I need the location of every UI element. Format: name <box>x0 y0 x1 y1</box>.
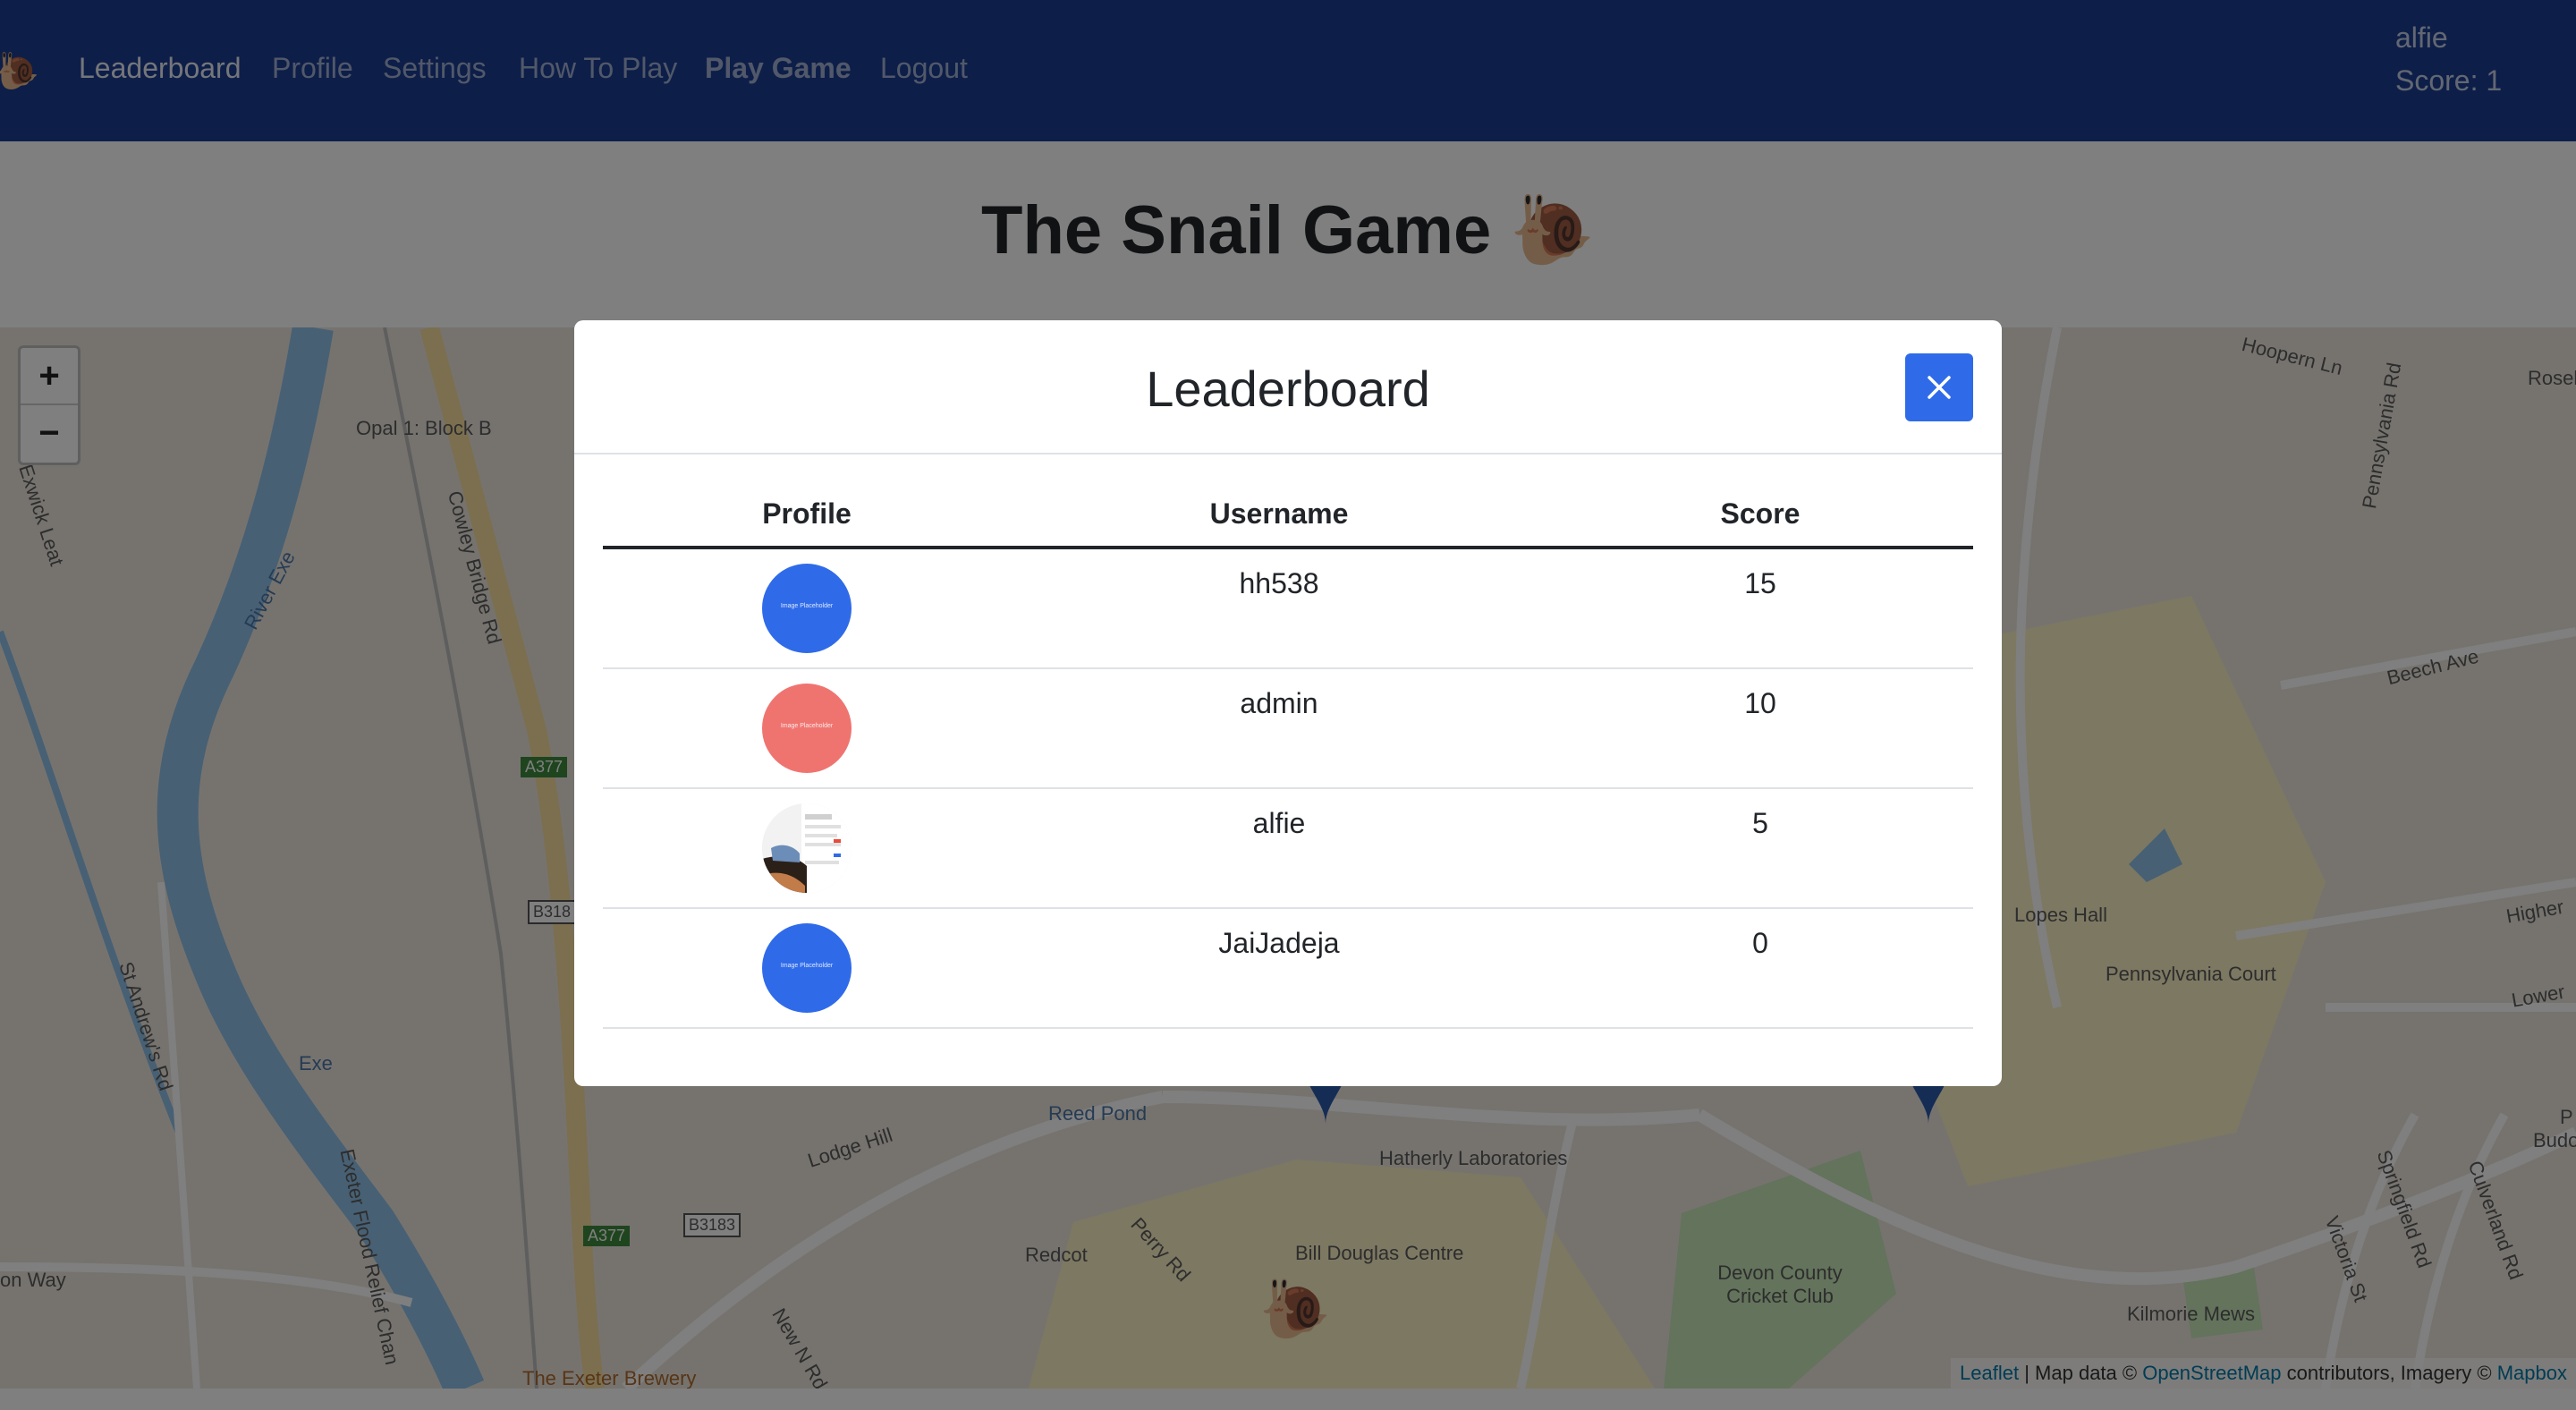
row-score: 5 <box>1752 807 1768 839</box>
row-username: admin <box>1240 687 1318 719</box>
row-score: 0 <box>1752 927 1768 959</box>
avatar-placeholder-text: Image Placeholder <box>780 963 834 969</box>
table-row: Image Placeholder admin 10 <box>603 669 1973 789</box>
row-score: 15 <box>1744 567 1776 599</box>
table-row: Image Placeholder hh538 15 <box>603 549 1973 669</box>
table-row: Image Placeholder JaiJadeja 0 <box>603 909 1973 1029</box>
table-header: Profile Username Score <box>603 497 1973 549</box>
header-username: Username <box>1209 497 1349 530</box>
avatar: Image Placeholder <box>762 684 852 773</box>
avatar: Image Placeholder <box>762 564 852 653</box>
leaderboard-table: Profile Username Score Image Placeholder… <box>603 497 1973 1029</box>
avatar-placeholder-text: Image Placeholder <box>780 723 834 729</box>
row-username: hh538 <box>1239 567 1319 599</box>
modal-title: Leaderboard <box>1146 361 1430 417</box>
row-username: alfie <box>1252 807 1306 839</box>
header-score: Score <box>1720 497 1801 530</box>
row-score: 10 <box>1744 687 1776 719</box>
close-button[interactable] <box>1905 353 1973 421</box>
header-profile: Profile <box>762 497 852 530</box>
leaderboard-modal: Leaderboard Profile Username Score Image… <box>574 320 2002 1086</box>
table-row: alfie 5 <box>603 789 1973 909</box>
row-username: JaiJadeja <box>1218 927 1340 959</box>
modal-header: Leaderboard <box>574 320 2002 454</box>
avatar-photo-image <box>762 803 852 893</box>
avatar-photo <box>762 803 852 893</box>
avatar: Image Placeholder <box>762 923 852 1013</box>
avatar-placeholder-text: Image Placeholder <box>780 603 834 609</box>
close-icon <box>1928 376 1951 399</box>
